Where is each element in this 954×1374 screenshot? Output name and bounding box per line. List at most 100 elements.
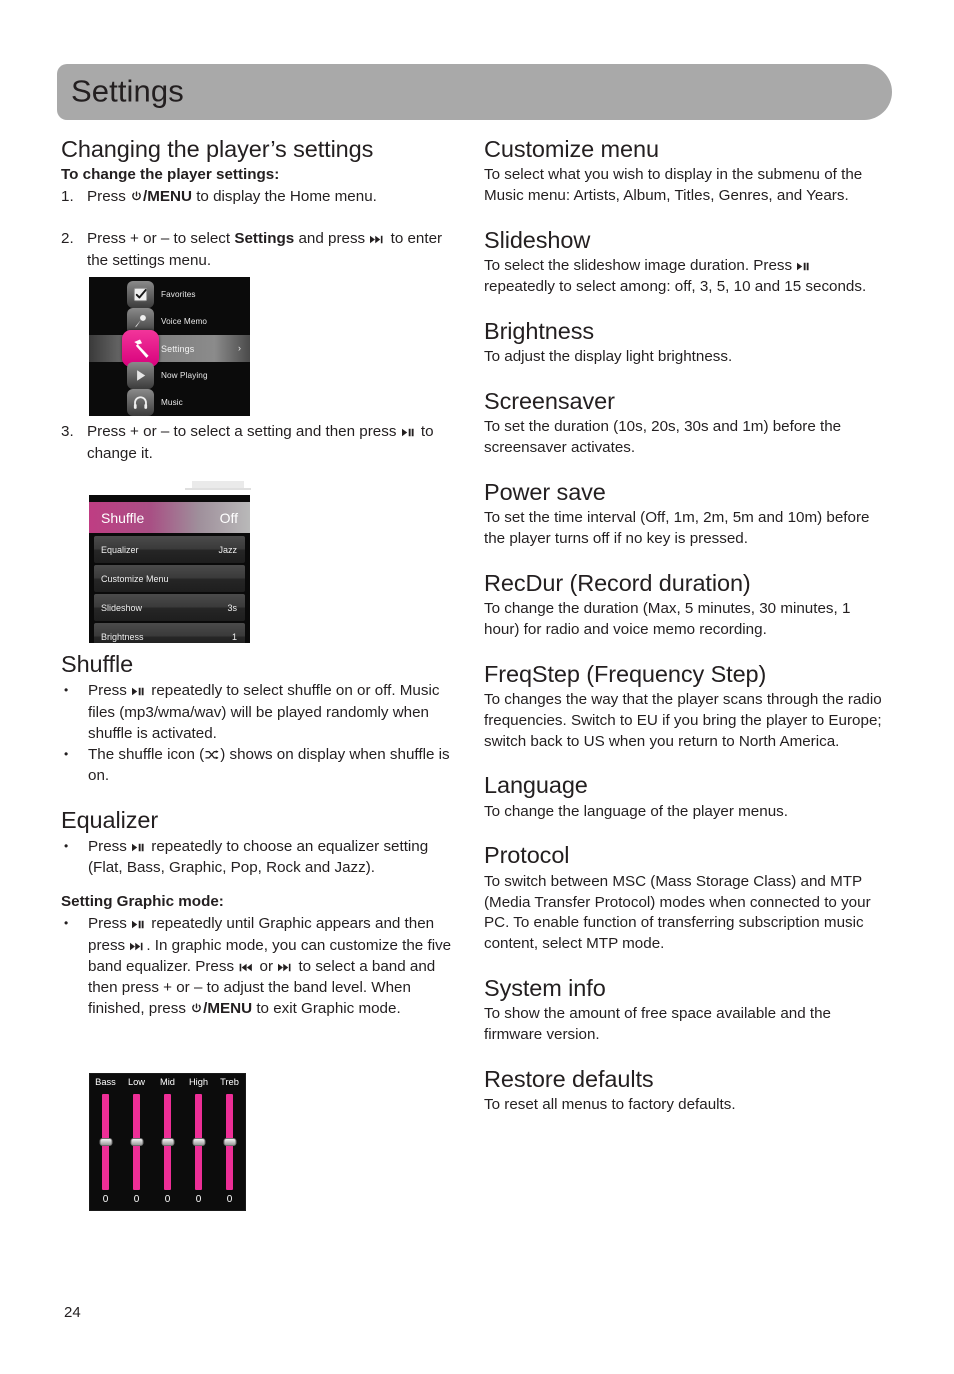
eq-band-slider[interactable]: [183, 1094, 214, 1190]
section-heading-changing-settings: Changing the player’s settings: [61, 136, 374, 162]
eq-band-value: 0: [133, 1194, 140, 1205]
page-header-bar: Settings: [57, 64, 892, 120]
shuffle-bullets: • Press repeatedly to select shuffle on …: [61, 680, 463, 786]
eq-band-value: 0: [195, 1194, 202, 1205]
shuffle-bullet-1-text: Press repeatedly to select shuffle on or…: [88, 682, 440, 742]
bullet-marker: •: [64, 683, 69, 698]
step-3-text: Press + or – to select a setting and the…: [87, 422, 434, 462]
page-number: 24: [64, 1304, 81, 1321]
settings-row-slideshow[interactable]: Slideshow 3s: [94, 594, 245, 621]
eq-band-label: Low: [127, 1077, 146, 1087]
eq-band-label: Treb: [220, 1077, 239, 1087]
eq-knob[interactable]: [99, 1138, 112, 1146]
eq-band-slider[interactable]: [214, 1094, 245, 1190]
graphic-mode-bullets: • Press repeatedly until Graphic appears…: [61, 913, 463, 1019]
step-3: 3. Press + or – to select a setting and …: [61, 421, 463, 465]
print-artifact: [192, 481, 244, 488]
section-body-screensaver: To set the duration (10s, 20s, 30s and 1…: [484, 418, 842, 456]
home-menu-item-settings[interactable]: Settings ›: [89, 330, 250, 367]
play-pause-icon: [132, 920, 146, 929]
next-track-icon: [370, 235, 385, 244]
equalizer-bullet-1-text: Press repeatedly to choose an equalizer …: [88, 837, 429, 877]
section-heading-language: Language: [484, 772, 588, 799]
eq-knob[interactable]: [161, 1138, 174, 1146]
bullet-marker: •: [64, 916, 69, 931]
settings-row-name: Brightness: [101, 631, 144, 642]
eq-band-label: Mid: [160, 1077, 175, 1087]
section-body-brightness: To adjust the display light brightness.: [484, 348, 733, 366]
home-menu-screenshot: Favorites Voice Memo Settings › Now Play…: [89, 277, 250, 416]
next-track-icon: [130, 942, 145, 951]
settings-row-name: Equalizer: [101, 544, 139, 555]
section-body-freqstep: To changes the way that the player scans…: [484, 690, 882, 750]
eq-knob[interactable]: [130, 1138, 143, 1146]
settings-row-value: 3s: [227, 602, 237, 613]
shuffle-bullet-2-text: The shuffle icon () shows on display whe…: [88, 746, 450, 785]
subheading-setting-graphic-mode: Setting Graphic mode:: [61, 893, 224, 911]
eq-sliders: [90, 1094, 245, 1190]
section-body-power-save: To set the time interval (Off, 1m, 2m, 5…: [484, 509, 870, 547]
power-menu-icon: [131, 191, 142, 202]
eq-band-value: 0: [226, 1194, 233, 1205]
graphic-mode-bullet-1: • Press repeatedly until Graphic appears…: [61, 913, 463, 1019]
settings-row-shuffle[interactable]: Shuffle Off: [89, 502, 250, 533]
section-body-system-info: To show the amount of free space availab…: [484, 1005, 832, 1044]
home-menu-item-voice-memo: Voice Memo: [89, 308, 250, 335]
step-1-number: 1.: [61, 188, 74, 206]
play-icon: [127, 362, 154, 389]
previous-track-icon: [239, 963, 254, 972]
settings-row-name: Customize Menu: [101, 573, 169, 584]
section-heading-shuffle: Shuffle: [61, 651, 134, 678]
shuffle-bullet-1: • Press repeatedly to select shuffle on …: [61, 680, 463, 744]
home-menu-label: Now Playing: [161, 371, 208, 380]
section-heading-power-save: Power save: [484, 478, 606, 505]
play-pause-icon: [132, 843, 146, 852]
step-1: 1. Press /MENU to display the Home menu.: [61, 186, 463, 208]
section-heading-brightness: Brightness: [484, 317, 595, 344]
eq-band-label: Bass: [95, 1077, 116, 1087]
section-heading-slideshow: Slideshow: [484, 226, 591, 253]
shuffle-bullet-2: • The shuffle icon () shows on display w…: [61, 744, 463, 787]
eq-band-slider[interactable]: [121, 1094, 152, 1190]
play-pause-icon: [132, 687, 146, 696]
section-body-language: To change the language of the player men…: [484, 802, 788, 820]
power-menu-icon: [191, 1003, 202, 1014]
play-pause-icon: [797, 262, 811, 271]
graphic-equalizer-screenshot: Bass Low Mid High Treb 0 0 0 0 0: [89, 1073, 246, 1211]
section-heading-protocol: Protocol: [484, 842, 570, 869]
settings-row-brightness[interactable]: Brightness 1: [94, 623, 245, 643]
settings-row-value: Jazz: [218, 544, 237, 555]
step-1-text: Press /MENU to display the Home menu.: [87, 188, 377, 206]
section-body-customize-menu: To select what you wish to display in th…: [484, 166, 863, 205]
equalizer-bullet-1: • Press repeatedly to choose an equalize…: [61, 836, 463, 879]
bullet-marker: •: [64, 838, 69, 853]
print-artifact: [185, 488, 251, 490]
eq-knob[interactable]: [223, 1138, 236, 1146]
settings-row-equalizer[interactable]: Equalizer Jazz: [94, 536, 245, 563]
bullet-marker: •: [64, 747, 69, 762]
settings-row-customize-menu[interactable]: Customize Menu: [94, 565, 245, 592]
step-spacer: [61, 208, 463, 228]
settings-row-value: Off: [219, 509, 238, 526]
graphic-mode-bullet-1-text: Press repeatedly until Graphic appears a…: [88, 915, 452, 1018]
home-menu-label: Music: [161, 398, 183, 407]
play-pause-icon: [401, 428, 416, 437]
step-2-number: 2.: [61, 230, 74, 248]
home-menu-item-now-playing: Now Playing: [89, 362, 250, 389]
subheading-to-change-settings: To change the player settings:: [61, 166, 280, 184]
headphones-icon: [127, 389, 154, 416]
right-column: Customize menu To select what you wish t…: [484, 136, 886, 1116]
section-heading-screensaver: Screensaver: [484, 387, 615, 414]
numbered-steps: 1. Press /MENU to display the Home menu.…: [61, 186, 463, 273]
section-heading-restore-defaults: Restore defaults: [484, 1065, 654, 1092]
section-heading-customize-menu: Customize menu: [484, 136, 659, 162]
home-menu-label: Voice Memo: [161, 317, 208, 326]
eq-knob[interactable]: [192, 1138, 205, 1146]
section-body-protocol: To switch between MSC (Mass Storage Clas…: [484, 872, 871, 953]
eq-band-slider[interactable]: [90, 1094, 121, 1190]
step-2-text: Press + or – to select Settings and pres…: [87, 230, 443, 270]
home-menu-item-music: Music: [89, 389, 250, 416]
settings-row-name: Slideshow: [101, 602, 143, 613]
section-body-slideshow: To select the slideshow image duration. …: [484, 257, 867, 295]
eq-band-slider[interactable]: [152, 1094, 183, 1190]
